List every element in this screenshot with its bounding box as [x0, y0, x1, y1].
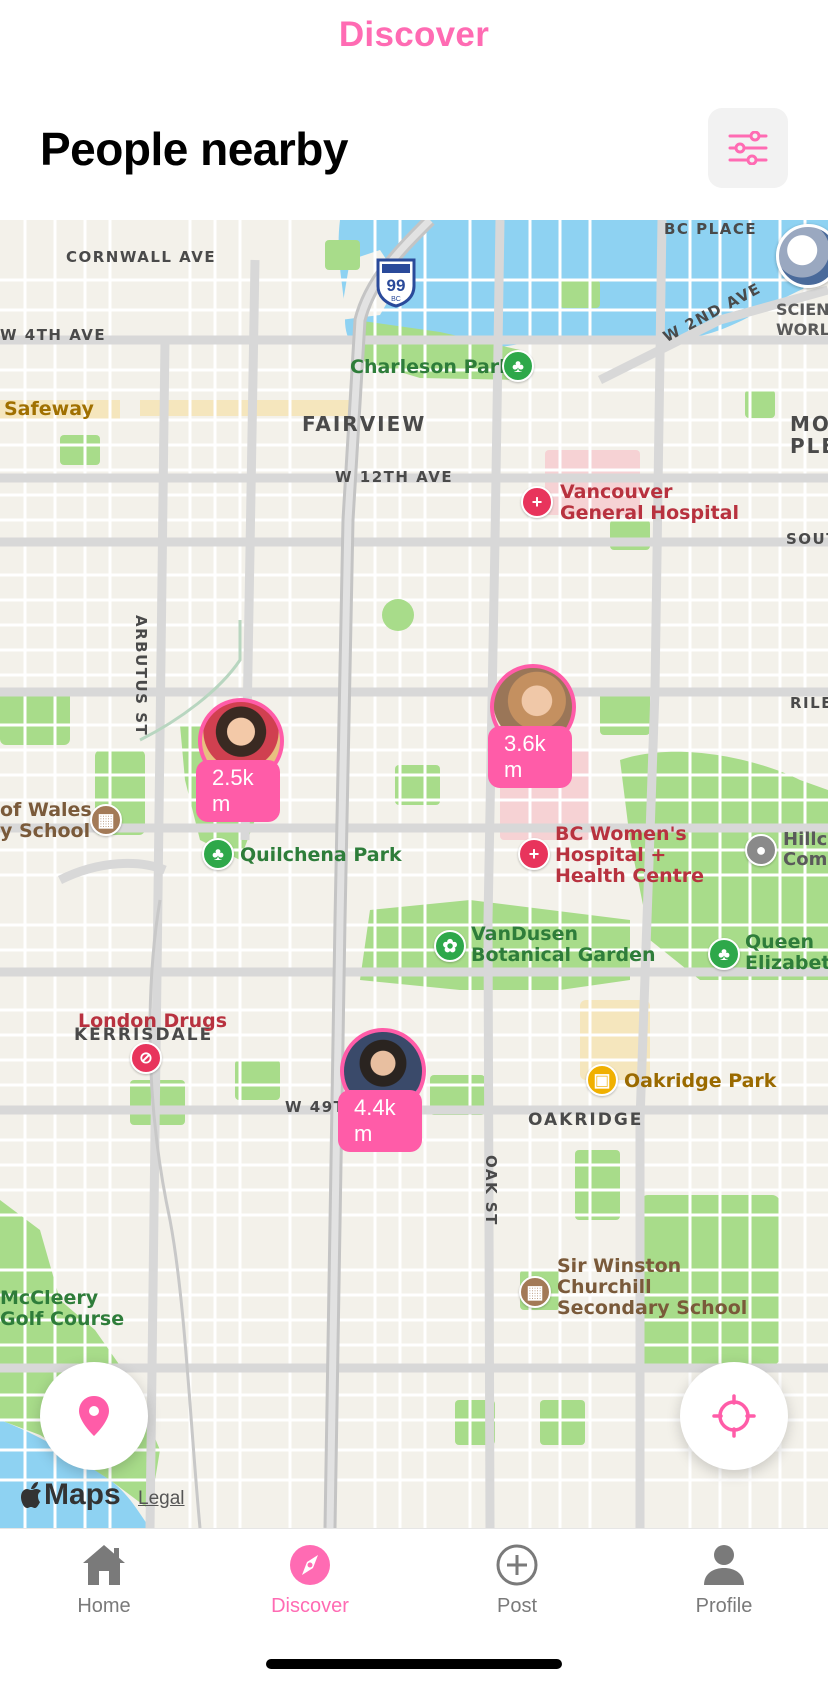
place-label-vandusen: VanDusen Botanical Garden: [471, 923, 656, 966]
header: People nearby: [0, 100, 828, 220]
tab-post[interactable]: Post: [447, 1543, 587, 1618]
recenter-button[interactable]: [680, 1362, 788, 1470]
street-label-sout: SOUT: [786, 530, 828, 548]
street-label-w12th: W 12TH AVE: [335, 468, 454, 486]
place-label-london-drugs: London Drugs: [78, 1010, 228, 1032]
street-label-bcplace: BC PLACE: [664, 220, 758, 238]
park-icon[interactable]: ♣: [708, 938, 740, 970]
place-label-prince-wales: of Wales y School: [0, 799, 92, 842]
locate-button[interactable]: [40, 1362, 148, 1470]
distance-badge: 4.4k m: [338, 1090, 422, 1152]
shopping-icon[interactable]: ▣: [586, 1064, 618, 1096]
maps-attribution: Maps: [20, 1478, 121, 1512]
garden-icon[interactable]: ✿: [434, 930, 466, 962]
place-label-queen-e: Queen Elizabeth: [745, 931, 828, 974]
distance-badge: 3.6k m: [488, 726, 572, 788]
tab-profile[interactable]: Profile: [654, 1543, 794, 1618]
place-label-safeway: Safeway: [4, 398, 94, 420]
place-label-mccleery: McCleery Golf Course: [0, 1287, 125, 1330]
top-bar: Discover: [0, 0, 828, 70]
sliders-icon: [728, 131, 768, 165]
school-icon[interactable]: ▦: [90, 804, 122, 836]
location-pin-icon: [79, 1396, 109, 1436]
crosshair-icon: [712, 1394, 756, 1438]
tab-discover[interactable]: Discover: [240, 1543, 380, 1618]
person-icon: [704, 1545, 744, 1585]
street-label-arbutus: ARBUTUS ST: [132, 615, 150, 737]
compass-icon: [290, 1545, 330, 1585]
tab-label: Discover: [271, 1595, 349, 1617]
maps-label: Maps: [44, 1478, 121, 1511]
district-label-oakridge: OAKRIDGE: [528, 1110, 644, 1130]
street-label-cornwall: CORNWALL AVE: [66, 248, 217, 266]
place-label-quilchena: Quilchena Park: [240, 844, 402, 866]
tab-bar: Home Discover Post Profile: [0, 1528, 828, 1686]
highway-region: BC: [391, 296, 401, 303]
filter-button[interactable]: [708, 108, 788, 188]
school-icon[interactable]: ▦: [519, 1276, 551, 1308]
hospital-icon[interactable]: +: [521, 486, 553, 518]
place-label-bcwomens: BC Women's Hospital + Health Centre: [555, 823, 705, 887]
street-label-w4th: W 4TH AVE: [0, 326, 107, 344]
place-label-churchill: Sir Winston Churchill Secondary School: [557, 1255, 748, 1319]
place-label-vgh: Vancouver General Hospital: [560, 481, 740, 524]
distance-badge: 2.5k m: [196, 760, 280, 822]
place-label-oakridge-park: Oakridge Park: [624, 1070, 777, 1092]
hospital-icon[interactable]: +: [518, 838, 550, 870]
community-centre-icon[interactable]: ●: [745, 834, 777, 866]
home-indicator: [266, 1659, 562, 1669]
tab-label: Profile: [695, 1595, 753, 1617]
district-label-mo-ple: MO PLE: [790, 412, 828, 458]
map-view[interactable]: CORNWALL AVE W 4TH AVE W 2ND AVE BC PLAC…: [0, 220, 828, 1528]
tab-label: Post: [496, 1595, 538, 1617]
highway-number: 99: [387, 276, 406, 295]
highway-99-shield-icon: 99 BC: [376, 258, 416, 308]
tab-label: Home: [77, 1595, 131, 1617]
pharmacy-icon[interactable]: ⊘: [130, 1042, 162, 1074]
park-icon[interactable]: ♣: [502, 350, 534, 382]
district-label-fairview: FAIRVIEW: [302, 412, 427, 436]
top-bar-title: Discover: [338, 15, 490, 54]
street-label-rile: RILE: [790, 694, 828, 712]
place-label-science-world: SCIENC WORL: [776, 300, 828, 339]
place-label-hillcrest: Hillcr Com: [783, 829, 828, 870]
apple-icon: [21, 1482, 41, 1508]
plus-circle-icon: [496, 1544, 538, 1586]
home-icon: [83, 1545, 125, 1585]
tab-home[interactable]: Home: [34, 1543, 174, 1618]
place-label-charleson: Charleson Park: [350, 356, 512, 378]
page-title: People nearby: [40, 123, 348, 175]
park-icon[interactable]: ♣: [202, 838, 234, 870]
legal-link[interactable]: Legal: [138, 1488, 185, 1510]
street-label-oak: OAK ST: [482, 1155, 500, 1226]
